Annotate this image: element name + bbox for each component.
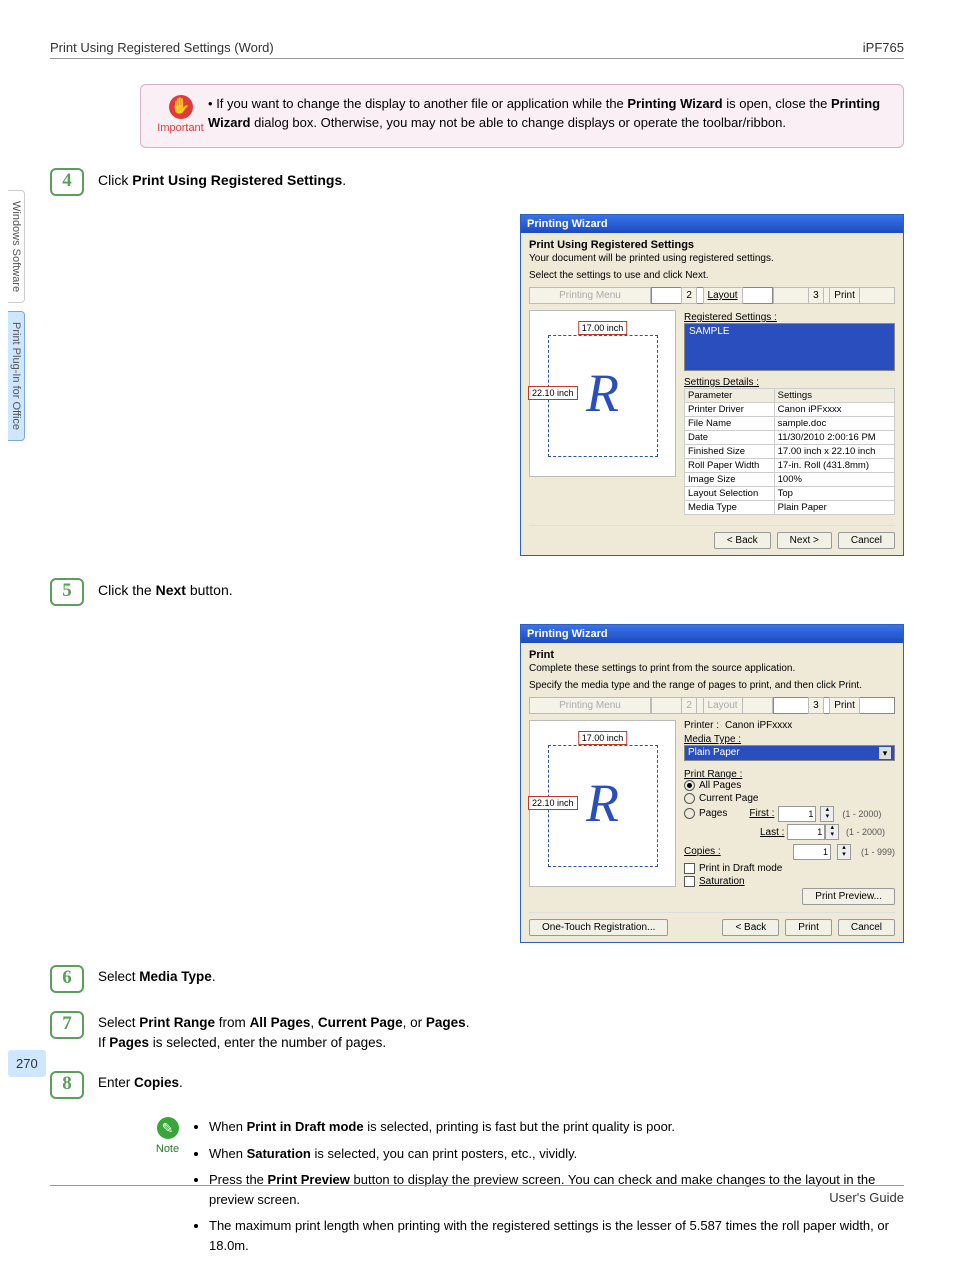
crumb-print[interactable]: 3 Print bbox=[773, 287, 895, 304]
tab-windows-software[interactable]: Windows Software bbox=[8, 190, 25, 303]
one-touch-registration-button[interactable]: One-Touch Registration... bbox=[529, 919, 668, 936]
wizard2-sub2: Specify the media type and the range of … bbox=[529, 680, 895, 691]
back-button-2[interactable]: < Back bbox=[722, 919, 779, 936]
back-button[interactable]: < Back bbox=[714, 532, 771, 549]
step-4: 4 Click Print Using Registered Settings. bbox=[50, 168, 904, 196]
step-7-num: 7 bbox=[50, 1011, 84, 1039]
crumb-printing-menu[interactable]: Printing Menu bbox=[529, 287, 651, 304]
preview-width: 17.00 inch bbox=[578, 321, 628, 335]
important-label: Important bbox=[153, 121, 208, 137]
page-header: Print Using Registered Settings (Word) i… bbox=[50, 40, 904, 59]
step-6-num: 6 bbox=[50, 965, 84, 993]
table-row: Layout SelectionTop bbox=[685, 486, 895, 500]
last-spinner[interactable]: ▴▾ bbox=[825, 824, 839, 840]
step-8: 8 Enter Copies. bbox=[50, 1071, 904, 1099]
wizard1-preview: 17.00 inch 22.10 inch R bbox=[529, 310, 676, 477]
footer: User's Guide bbox=[50, 1185, 904, 1205]
print-preview-button[interactable]: Print Preview... bbox=[802, 888, 895, 905]
copies-spinner[interactable]: ▴▾ bbox=[837, 844, 851, 860]
wizard-print: Printing Wizard Print Complete these set… bbox=[520, 624, 904, 943]
next-button[interactable]: Next > bbox=[777, 532, 832, 549]
wizard1-heading: Print Using Registered Settings bbox=[529, 239, 895, 251]
preview2-height: 22.10 inch bbox=[528, 796, 578, 810]
chevron-down-icon: ▾ bbox=[879, 747, 891, 759]
header-left: Print Using Registered Settings (Word) bbox=[50, 40, 274, 55]
preview-height: 22.10 inch bbox=[528, 386, 578, 400]
important-icon: ✋ bbox=[169, 95, 193, 119]
side-tabs: Windows Software Print Plug-In for Offic… bbox=[8, 190, 32, 449]
step-5-text: Click the Next button. bbox=[98, 578, 904, 601]
wizard2-sub1: Complete these settings to print from th… bbox=[529, 663, 895, 674]
note-label: Note bbox=[140, 1141, 195, 1158]
wizard2-titlebar: Printing Wizard bbox=[521, 625, 903, 643]
wizard1-breadcrumb: Printing Menu 2 Layout 3 Print bbox=[529, 287, 895, 304]
table-row: Date11/30/2010 2:00:16 PM bbox=[685, 430, 895, 444]
table-row: Printer DriverCanon iPFxxxx bbox=[685, 402, 895, 416]
crumb-layout[interactable]: 2 Layout bbox=[651, 287, 773, 304]
registered-settings-list[interactable]: SAMPLE bbox=[684, 323, 895, 371]
step-7-text: Select Print Range from All Pages, Curre… bbox=[98, 1011, 904, 1054]
page-number: 270 bbox=[8, 1050, 46, 1077]
print-button[interactable]: Print bbox=[785, 919, 832, 936]
note-item: When Saturation is selected, you can pri… bbox=[209, 1144, 904, 1164]
printer-row: Printer : Canon iPFxxxx bbox=[684, 720, 895, 731]
media-type-select[interactable]: Plain Paper ▾ bbox=[684, 745, 895, 761]
radio-all-pages[interactable]: All Pages bbox=[684, 780, 895, 791]
wizard-registered-settings: Printing Wizard Print Using Registered S… bbox=[520, 214, 904, 556]
checkbox-draft-mode[interactable]: Print in Draft mode bbox=[684, 863, 895, 874]
registered-settings-label: Registered Settings : bbox=[684, 312, 895, 323]
radio-current-page[interactable]: Current Page bbox=[684, 793, 895, 804]
step-4-text: Click Print Using Registered Settings. bbox=[98, 168, 904, 191]
step-6: 6 Select Media Type. bbox=[50, 965, 904, 993]
wizard1-sub2: Select the settings to use and click Nex… bbox=[529, 270, 895, 281]
tab-print-plugin[interactable]: Print Plug-In for Office bbox=[8, 311, 25, 441]
wizard1-sub1: Your document will be printed using regi… bbox=[529, 253, 895, 264]
important-text: • If you want to change the display to a… bbox=[208, 95, 891, 137]
crumb2-printing-menu[interactable]: Printing Menu bbox=[529, 697, 651, 714]
cancel-button-2[interactable]: Cancel bbox=[838, 919, 895, 936]
last-page-input[interactable]: 1 bbox=[787, 824, 825, 840]
checkbox-saturation[interactable]: Saturation bbox=[684, 876, 895, 887]
media-type-label: Media Type : bbox=[684, 734, 895, 745]
step-4-num: 4 bbox=[50, 168, 84, 196]
note-icon: ✎ bbox=[157, 1117, 179, 1139]
settings-details-label: Settings Details : bbox=[684, 377, 895, 388]
table-row: Finished Size17.00 inch x 22.10 inch bbox=[685, 444, 895, 458]
radio-pages[interactable]: Pages First : 1▴▾ (1 - 2000) bbox=[684, 806, 895, 822]
print-range-label: Print Range : bbox=[684, 769, 895, 780]
wizard2-heading: Print bbox=[529, 649, 895, 661]
crumb2-print[interactable]: 3 Print bbox=[773, 697, 895, 714]
table-row: Image Size100% bbox=[685, 472, 895, 486]
note-item: The maximum print length when printing w… bbox=[209, 1216, 904, 1256]
first-page-input[interactable]: 1 bbox=[778, 806, 816, 822]
note-item: When Print in Draft mode is selected, pr… bbox=[209, 1117, 904, 1137]
preview2-width: 17.00 inch bbox=[578, 731, 628, 745]
step-6-text: Select Media Type. bbox=[98, 965, 904, 987]
step-5-num: 5 bbox=[50, 578, 84, 606]
header-right: iPF765 bbox=[863, 40, 904, 55]
copies-row: Copies : 1▴▾ (1 - 999) bbox=[684, 844, 895, 860]
copies-input[interactable]: 1 bbox=[793, 844, 831, 860]
table-row: Roll Paper Width17-in. Roll (431.8mm) bbox=[685, 458, 895, 472]
cancel-button[interactable]: Cancel bbox=[838, 532, 895, 549]
step-7: 7 Select Print Range from All Pages, Cur… bbox=[50, 1011, 904, 1054]
wizard1-titlebar: Printing Wizard bbox=[521, 215, 903, 233]
step-8-num: 8 bbox=[50, 1071, 84, 1099]
wizard2-breadcrumb: Printing Menu 2 Layout 3 Print bbox=[529, 697, 895, 714]
last-row: Last : 1▴▾ (1 - 2000) bbox=[760, 824, 895, 840]
important-callout: ✋ Important • If you want to change the … bbox=[140, 84, 904, 148]
table-row: Media TypePlain Paper bbox=[685, 500, 895, 514]
step-8-text: Enter Copies. bbox=[98, 1071, 904, 1093]
step-5: 5 Click the Next button. bbox=[50, 578, 904, 606]
table-row: File Namesample.doc bbox=[685, 416, 895, 430]
first-spinner[interactable]: ▴▾ bbox=[820, 806, 834, 822]
wizard2-preview: 17.00 inch 22.10 inch R bbox=[529, 720, 676, 887]
crumb2-layout[interactable]: 2 Layout bbox=[651, 697, 773, 714]
settings-details-table: ParameterSettings Printer DriverCanon iP… bbox=[684, 388, 895, 515]
